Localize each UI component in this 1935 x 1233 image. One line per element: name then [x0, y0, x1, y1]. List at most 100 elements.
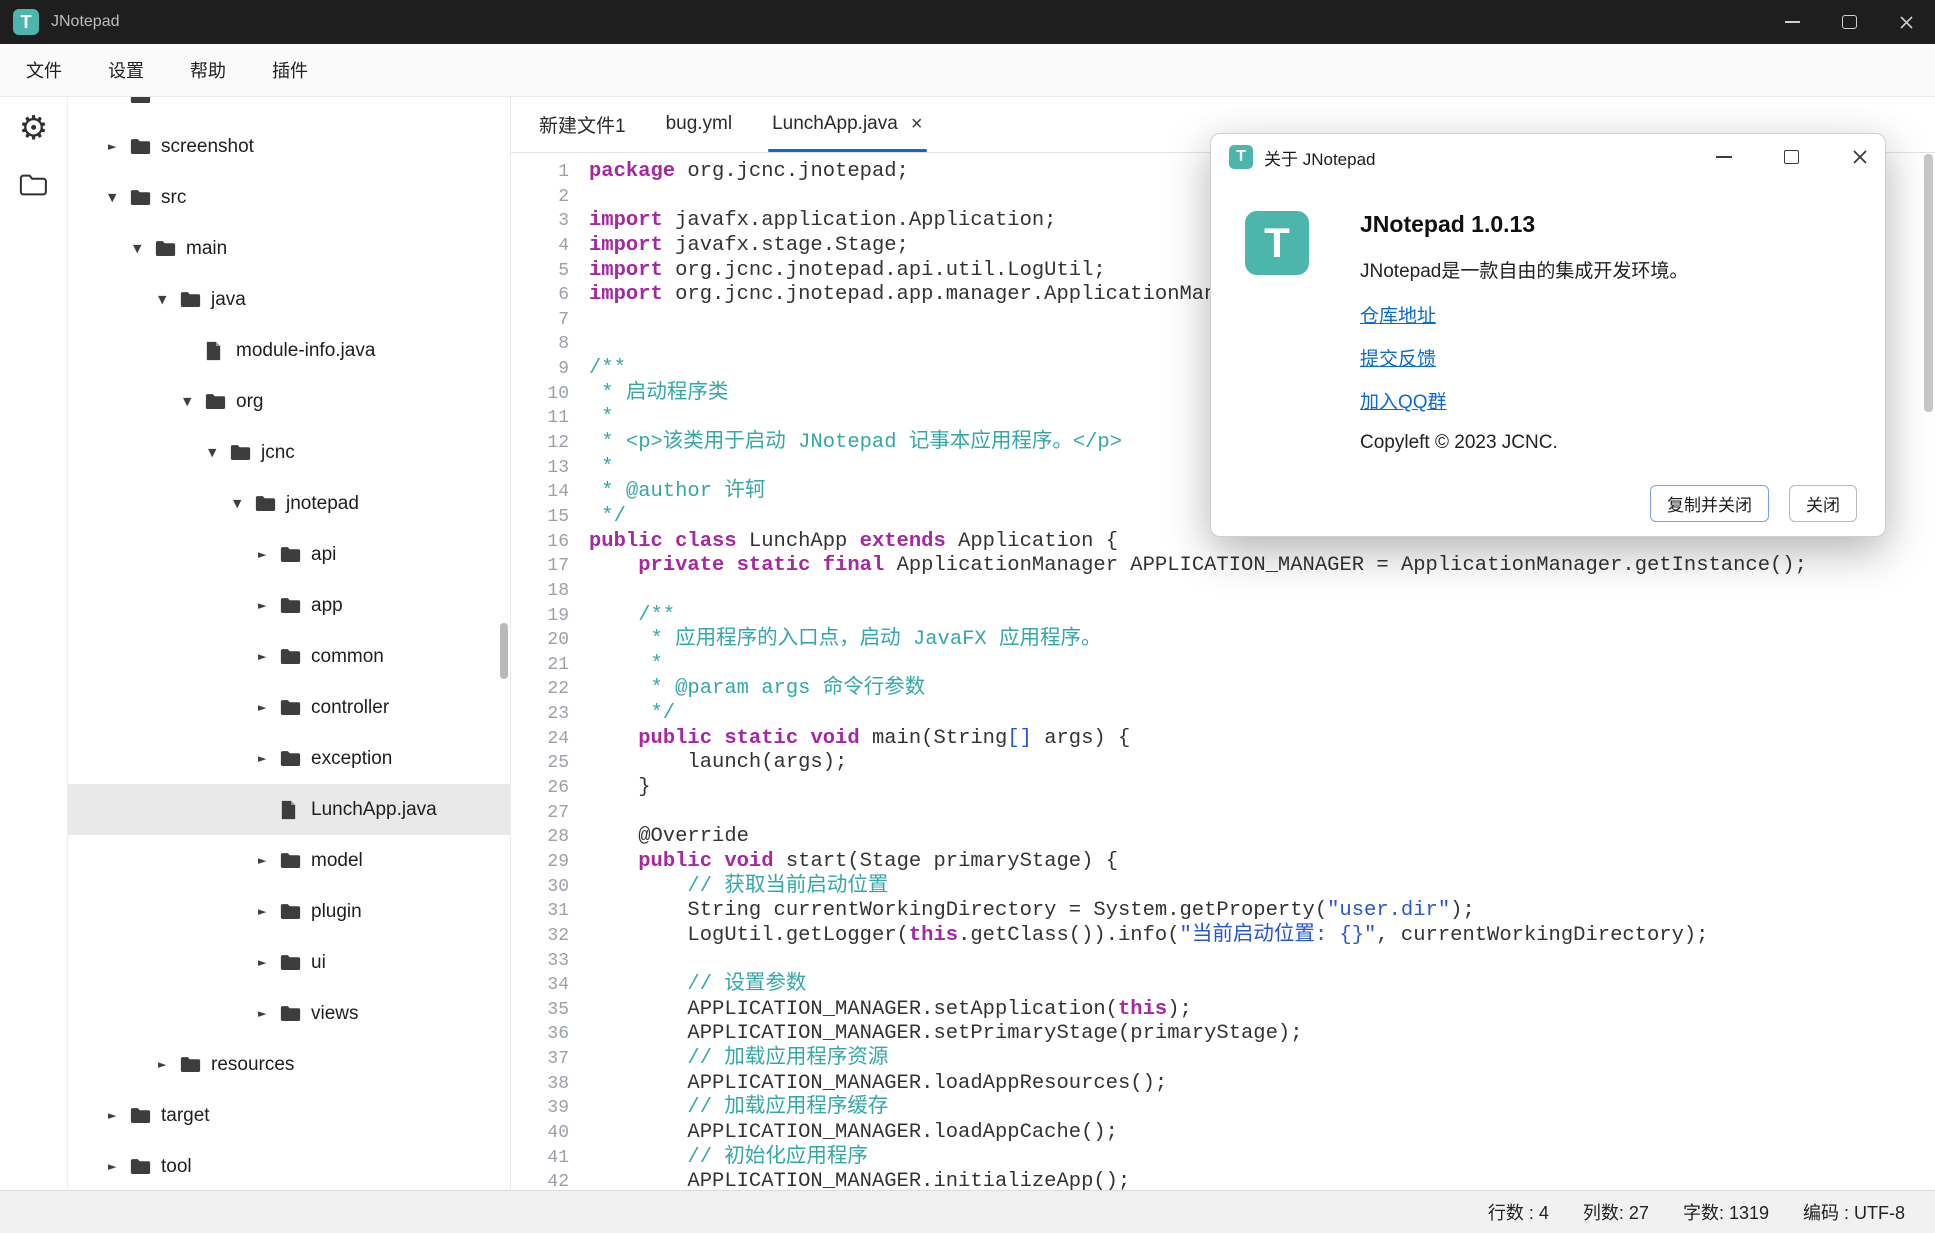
- tree-item-api[interactable]: ►api: [68, 529, 510, 580]
- code-line[interactable]: 37 // 加载应用程序资源: [511, 1047, 1921, 1072]
- status-bar: 行数 : 4列数: 27字数: 1319编码 : UTF-8: [0, 1190, 1935, 1233]
- chevron-down-icon[interactable]: ▼: [108, 191, 130, 204]
- status-line-count: 行数 : 4: [1488, 1199, 1549, 1225]
- code-line[interactable]: 28 @Override: [511, 825, 1921, 850]
- code-line[interactable]: 18: [511, 579, 1921, 604]
- settings-button[interactable]: ⚙: [11, 104, 57, 150]
- code-line[interactable]: 26 }: [511, 776, 1921, 801]
- tab-新建文件1[interactable]: 新建文件1: [519, 96, 646, 152]
- code-line[interactable]: 29 public void start(Stage primaryStage)…: [511, 850, 1921, 875]
- tab-bug.yml[interactable]: bug.yml: [646, 96, 753, 152]
- feedback-link[interactable]: 提交反馈: [1360, 344, 1436, 371]
- code-line[interactable]: 17 private static final ApplicationManag…: [511, 554, 1921, 579]
- tree-item-screenshot[interactable]: ►screenshot: [68, 121, 510, 172]
- tree-item-jcnc[interactable]: ▼jcnc: [68, 427, 510, 478]
- code-line[interactable]: 36 APPLICATION_MANAGER.setPrimaryStage(p…: [511, 1022, 1921, 1047]
- code-line[interactable]: 33: [511, 949, 1921, 974]
- menu-item-帮助[interactable]: 帮助: [190, 57, 226, 83]
- tree-item-plugin[interactable]: ►plugin: [68, 886, 510, 937]
- tree-item-main[interactable]: ▼main: [68, 223, 510, 274]
- chevron-right-icon[interactable]: ►: [258, 650, 280, 663]
- tab-label: bug.yml: [666, 113, 733, 135]
- code-line[interactable]: 39 // 加载应用程序缓存: [511, 1096, 1921, 1121]
- chevron-right-icon[interactable]: ►: [108, 1109, 130, 1122]
- tree-item-java[interactable]: ▼java: [68, 274, 510, 325]
- chevron-down-icon[interactable]: ▼: [208, 446, 230, 459]
- close-icon: [1851, 148, 1869, 166]
- tree-item-src[interactable]: ▼src: [68, 172, 510, 223]
- tree-item-resources[interactable]: ►resources: [68, 1039, 510, 1090]
- code-line[interactable]: 24 public static void main(String[] args…: [511, 727, 1921, 752]
- code-line[interactable]: 32 LogUtil.getLogger(this.getClass()).in…: [511, 924, 1921, 949]
- code-line[interactable]: 22 * @param args 命令行参数: [511, 677, 1921, 702]
- tree-item-model[interactable]: ►model: [68, 835, 510, 886]
- close-button[interactable]: [1878, 0, 1935, 44]
- menu-item-设置[interactable]: 设置: [108, 57, 144, 83]
- code-text: launch(args);: [589, 751, 847, 776]
- title-bar: T JNotepad: [0, 0, 1935, 44]
- menu-item-插件[interactable]: 插件: [272, 57, 308, 83]
- code-line[interactable]: 41 // 初始化应用程序: [511, 1146, 1921, 1171]
- code-line[interactable]: 40 APPLICATION_MANAGER.loadAppCache();: [511, 1121, 1921, 1146]
- chevron-down-icon[interactable]: ▼: [158, 293, 180, 306]
- tree-item-org[interactable]: ▼org: [68, 376, 510, 427]
- tree-item-target[interactable]: ►target: [68, 1090, 510, 1141]
- chevron-right-icon[interactable]: ►: [258, 599, 280, 612]
- chevron-right-icon[interactable]: ►: [258, 548, 280, 561]
- code-line[interactable]: 27: [511, 801, 1921, 826]
- chevron-down-icon[interactable]: ▼: [233, 497, 255, 510]
- line-number: 34: [511, 973, 589, 998]
- code-line[interactable]: 35 APPLICATION_MANAGER.setApplication(th…: [511, 998, 1921, 1023]
- code-line[interactable]: 25 launch(args);: [511, 751, 1921, 776]
- tab-LunchApp.java[interactable]: LunchApp.java×: [752, 96, 942, 152]
- chevron-right-icon[interactable]: ►: [258, 956, 280, 969]
- chevron-right-icon[interactable]: ►: [108, 1160, 130, 1173]
- code-line[interactable]: 21 *: [511, 653, 1921, 678]
- chevron-down-icon[interactable]: ▼: [183, 395, 205, 408]
- tree-item-LunchApp.java[interactable]: LunchApp.java: [68, 784, 510, 835]
- minimize-button[interactable]: [1764, 0, 1821, 44]
- file-tree-list: ►screenshot▼src▼main▼javamodule-info.jav…: [68, 96, 510, 1190]
- dialog-maximize-button[interactable]: [1784, 150, 1799, 164]
- maximize-button[interactable]: [1821, 0, 1878, 44]
- chevron-right-icon[interactable]: ►: [158, 1058, 180, 1071]
- code-text: package org.jcnc.jnotepad;: [589, 160, 909, 185]
- qq-group-link[interactable]: 加入QQ群: [1360, 387, 1447, 414]
- close-dialog-button[interactable]: 关闭: [1789, 485, 1857, 522]
- tree-item-jnotepad[interactable]: ▼jnotepad: [68, 478, 510, 529]
- code-line[interactable]: 19 /**: [511, 604, 1921, 629]
- code-line[interactable]: 30 // 获取当前启动位置: [511, 875, 1921, 900]
- chevron-right-icon[interactable]: ►: [258, 701, 280, 714]
- tree-item-controller[interactable]: ►controller: [68, 682, 510, 733]
- tree-item-tool[interactable]: ►tool: [68, 1141, 510, 1190]
- menu-item-文件[interactable]: 文件: [26, 57, 62, 83]
- repo-link[interactable]: 仓库地址: [1360, 301, 1436, 328]
- editor-scrollbar-thumb[interactable]: [1924, 154, 1933, 412]
- tree-scrollbar-thumb[interactable]: [500, 623, 508, 679]
- dialog-minimize-button[interactable]: [1716, 156, 1732, 158]
- tree-item-common[interactable]: ►common: [68, 631, 510, 682]
- chevron-right-icon[interactable]: ►: [258, 905, 280, 918]
- tree-item-partial[interactable]: [68, 96, 510, 121]
- tree-item-app[interactable]: ►app: [68, 580, 510, 631]
- tree-item-ui[interactable]: ►ui: [68, 937, 510, 988]
- chevron-down-icon[interactable]: ▼: [133, 242, 155, 255]
- tab-close-icon[interactable]: ×: [911, 114, 923, 134]
- tree-item-module-info.java[interactable]: module-info.java: [68, 325, 510, 376]
- code-line[interactable]: 42 APPLICATION_MANAGER.initializeApp();: [511, 1170, 1921, 1190]
- code-line[interactable]: 20 * 应用程序的入口点，启动 JavaFX 应用程序。: [511, 628, 1921, 653]
- files-button[interactable]: [11, 162, 57, 208]
- chevron-right-icon[interactable]: ►: [108, 140, 130, 153]
- copy-and-close-button[interactable]: 复制并关闭: [1650, 485, 1769, 522]
- code-line[interactable]: 31 String currentWorkingDirectory = Syst…: [511, 899, 1921, 924]
- chevron-right-icon[interactable]: ►: [258, 752, 280, 765]
- chevron-right-icon[interactable]: ►: [258, 854, 280, 867]
- code-line[interactable]: 34 // 设置参数: [511, 973, 1921, 998]
- code-line[interactable]: 38 APPLICATION_MANAGER.loadAppResources(…: [511, 1072, 1921, 1097]
- code-line[interactable]: 23 */: [511, 702, 1921, 727]
- tree-item-exception[interactable]: ►exception: [68, 733, 510, 784]
- chevron-right-icon[interactable]: ►: [258, 1007, 280, 1020]
- dialog-close-button[interactable]: [1851, 148, 1869, 166]
- code-text: }: [589, 776, 651, 801]
- tree-item-views[interactable]: ►views: [68, 988, 510, 1039]
